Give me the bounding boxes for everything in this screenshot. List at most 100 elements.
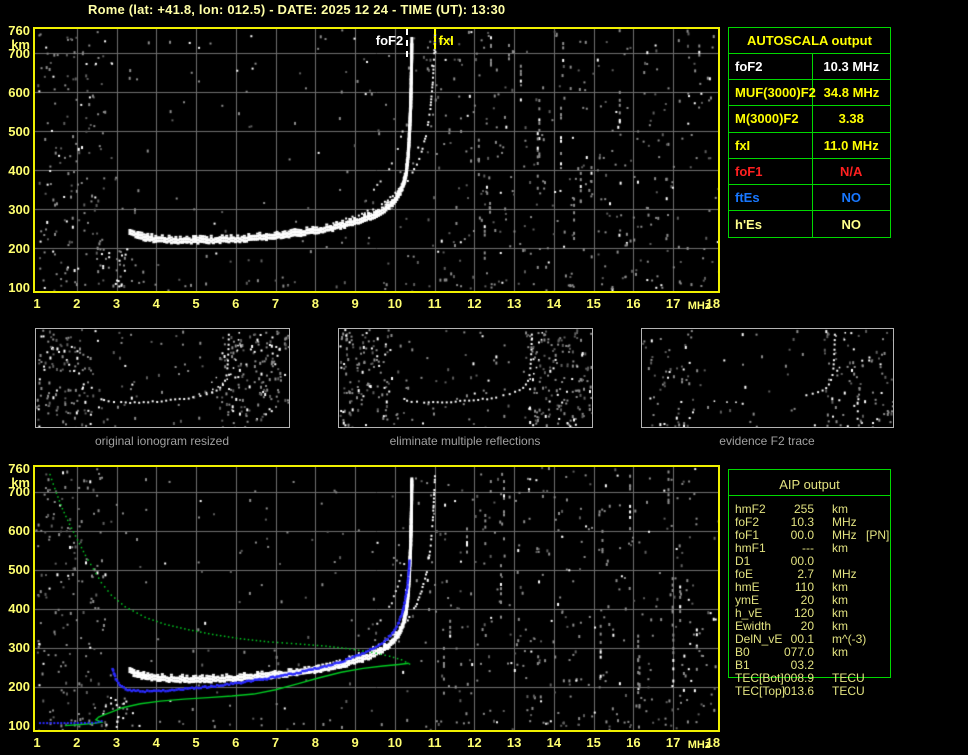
aip-row-hme: hmE110km	[728, 581, 968, 594]
y-tick-label: 760	[0, 24, 30, 37]
aip-row-note: [PN]	[866, 529, 889, 542]
autoscala-row-label: foF1	[729, 159, 813, 184]
thumbnail-canvas-3	[642, 329, 893, 427]
autoscala-output-screen: Rome (lat: +41.8, lon: 012.5) - DATE: 20…	[0, 0, 968, 755]
y-tick-label: 300	[0, 641, 30, 654]
x-tick-label: 11	[422, 735, 448, 750]
autoscala-row-muf3000f2: MUF(3000)F234.8 MHz	[729, 80, 890, 106]
thumbnail-canvas-1	[36, 329, 289, 427]
x-tick-label: 13	[501, 296, 527, 311]
thumbnail-caption-2: eliminate multiple reflections	[390, 434, 541, 448]
x-tick-label: 16	[620, 296, 646, 311]
autoscala-row-value: 3.38	[813, 111, 891, 126]
aip-row-foe: foE2.7MHz	[728, 568, 968, 581]
y-tick-label: 100	[0, 281, 30, 294]
x-tick-label: 3	[104, 735, 130, 750]
fof2-marker-line	[406, 29, 408, 57]
y-tick-label: 500	[0, 125, 30, 138]
y-axis-unit: km	[0, 38, 30, 51]
thumbnail-evidence-f2	[641, 328, 894, 428]
y-tick-label: 400	[0, 164, 30, 177]
aip-row-delnve: DelN_vE00.1m^(-3)	[728, 633, 968, 646]
x-tick-label: 14	[541, 296, 567, 311]
y-tick-label: 100	[0, 719, 30, 732]
autoscala-row-label: MUF(3000)F2	[729, 80, 813, 105]
y-tick-label: 400	[0, 602, 30, 615]
aip-row-unit: km	[832, 646, 848, 659]
aip-row-b0: B0077.0km	[728, 646, 968, 659]
autoscala-row-m3000f2: M(3000)F23.38	[729, 106, 890, 132]
x-tick-label: 9	[342, 296, 368, 311]
x-tick-label: 7	[263, 296, 289, 311]
x-tick-label: 10	[382, 735, 408, 750]
thumbnail-eliminate-reflections	[338, 328, 593, 428]
aip-row-unit: TECU	[832, 685, 865, 698]
autoscala-output-table: AUTOSCALA outputfoF210.3 MHzMUF(3000)F23…	[728, 27, 891, 238]
x-tick-label: 15	[581, 296, 607, 311]
x-tick-label: 2	[64, 296, 90, 311]
thumbnail-caption-1: original ionogram resized	[95, 434, 229, 448]
x-tick-label: 9	[342, 735, 368, 750]
thumbnail-caption-3: evidence F2 trace	[719, 434, 814, 448]
y-tick-label: 200	[0, 242, 30, 255]
autoscala-row-value: NO	[813, 190, 891, 205]
x-tick-label: 4	[143, 735, 169, 750]
x-tick-label: 17	[660, 296, 686, 311]
x-tick-label: 1	[24, 735, 50, 750]
autoscala-row-value: 34.8 MHz	[813, 85, 890, 100]
x-tick-label: 14	[541, 735, 567, 750]
fof2-annotation-label: foF2	[376, 33, 403, 48]
x-tick-label: 5	[183, 296, 209, 311]
x-tick-label: 12	[461, 735, 487, 750]
autoscala-row-label: h'Es	[729, 211, 813, 237]
aip-row-yme: ymE20km	[728, 594, 968, 607]
x-axis-unit: MHz	[686, 739, 712, 751]
x-tick-label: 5	[183, 735, 209, 750]
autoscala-row-fof2: foF210.3 MHz	[729, 54, 890, 80]
autoscala-row-ftes: ftEsNO	[729, 185, 890, 211]
y-tick-label: 500	[0, 563, 30, 576]
autoscala-row-hes: h'EsNO	[729, 211, 890, 237]
aip-header-separator	[729, 495, 890, 496]
autoscala-table-header: AUTOSCALA output	[729, 28, 890, 54]
y-tick-label: 200	[0, 680, 30, 693]
autoscala-row-fxi: fxI11.0 MHz	[729, 133, 890, 159]
x-tick-label: 8	[302, 296, 328, 311]
x-tick-label: 10	[382, 296, 408, 311]
x-tick-label: 8	[302, 735, 328, 750]
autoscala-row-fof1: foF1N/A	[729, 159, 890, 185]
thumbnail-canvas-2	[339, 329, 592, 427]
autoscala-row-label: foF2	[729, 54, 813, 79]
aip-row-unit: km	[832, 542, 848, 555]
x-tick-label: 7	[263, 735, 289, 750]
station-title: Rome (lat: +41.8, lon: 012.5) - DATE: 20…	[88, 2, 505, 17]
ionogram-canvas-top	[35, 29, 718, 291]
x-tick-label: 16	[620, 735, 646, 750]
x-tick-label: 17	[660, 735, 686, 750]
aip-row-hmf1: hmF1---km	[728, 542, 968, 555]
y-tick-label: 600	[0, 86, 30, 99]
thumbnail-original-ionogram	[35, 328, 290, 428]
autoscala-row-label: M(3000)F2	[729, 106, 813, 131]
x-tick-label: 1	[24, 296, 50, 311]
y-tick-label: 760	[0, 462, 30, 475]
ionogram-canvas-bottom	[35, 467, 718, 730]
autoscala-row-value: 11.0 MHz	[813, 138, 891, 153]
ionogram-plot-bottom	[33, 465, 720, 732]
y-tick-label: 300	[0, 203, 30, 216]
x-tick-label: 13	[501, 735, 527, 750]
autoscala-row-label: fxI	[729, 133, 813, 158]
x-tick-label: 2	[64, 735, 90, 750]
aip-row-tectop: TEC[Top]013.6TECU	[728, 685, 968, 698]
fxi-marker-line	[434, 29, 436, 49]
ionogram-plot-top	[33, 27, 720, 293]
y-axis-unit: km	[0, 476, 30, 489]
autoscala-row-value: N/A	[813, 164, 891, 179]
autoscala-row-value: 10.3 MHz	[813, 59, 891, 74]
autoscala-row-label: ftEs	[729, 185, 813, 210]
aip-table-header: AIP output	[728, 477, 891, 492]
fxi-annotation-label: fxI	[439, 33, 454, 48]
y-tick-label: 600	[0, 524, 30, 537]
autoscala-row-value: NO	[813, 217, 891, 232]
x-tick-label: 15	[581, 735, 607, 750]
